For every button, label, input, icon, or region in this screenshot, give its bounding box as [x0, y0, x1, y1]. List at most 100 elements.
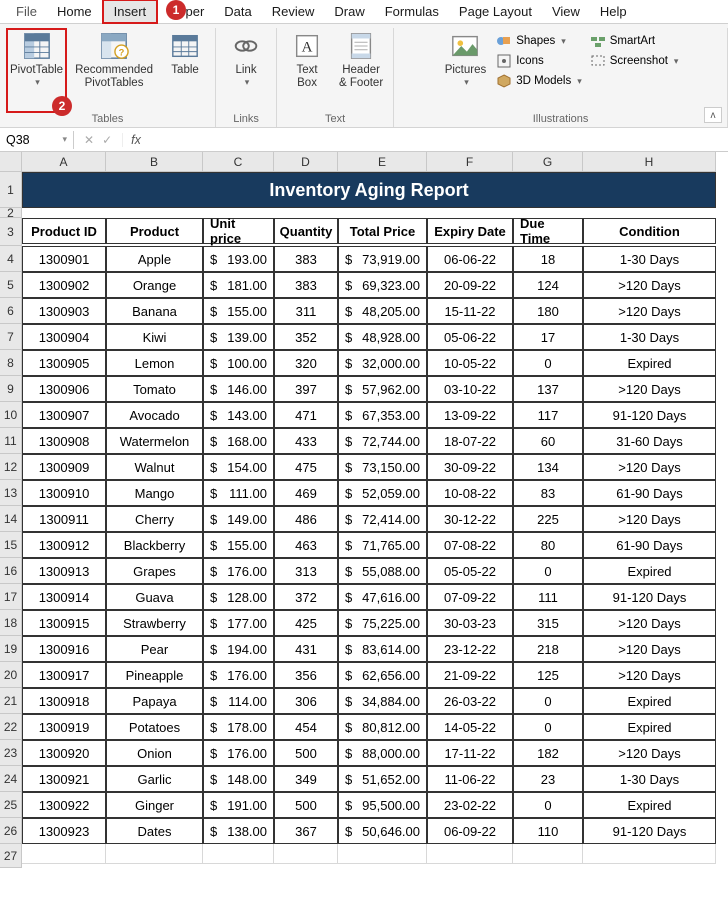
column-header-A[interactable]: A — [22, 152, 106, 172]
cell-total-price[interactable]: $50,646.00 — [338, 818, 427, 844]
cell-total-price[interactable]: $73,150.00 — [338, 454, 427, 480]
cell-total-price[interactable]: $69,323.00 — [338, 272, 427, 298]
menu-draw[interactable]: Draw — [324, 1, 374, 22]
row-header-1[interactable]: 1 — [0, 172, 22, 208]
cell-unit-price[interactable]: $176.00 — [203, 662, 274, 688]
column-header-E[interactable]: E — [338, 152, 427, 172]
cell-product-id[interactable]: 1300908 — [22, 428, 106, 454]
cell-expiry[interactable]: 23-02-22 — [427, 792, 513, 818]
link-button[interactable]: Link ▾ — [222, 28, 270, 113]
cell-unit-price[interactable]: $114.00 — [203, 688, 274, 714]
cell-condition[interactable]: >120 Days — [583, 740, 716, 766]
cell-total-price[interactable]: $34,884.00 — [338, 688, 427, 714]
cell-expiry[interactable]: 13-09-22 — [427, 402, 513, 428]
cell-product-id[interactable]: 1300912 — [22, 532, 106, 558]
cell-total-price[interactable]: $57,962.00 — [338, 376, 427, 402]
cell-quantity[interactable]: 486 — [274, 506, 338, 532]
cell-quantity[interactable]: 500 — [274, 740, 338, 766]
row-header-2[interactable]: 2 — [0, 208, 22, 218]
cell-product[interactable]: Orange — [106, 272, 203, 298]
cell-expiry[interactable]: 23-12-22 — [427, 636, 513, 662]
cell-product-id[interactable]: 1300903 — [22, 298, 106, 324]
cell-expiry[interactable]: 07-08-22 — [427, 532, 513, 558]
row-header-18[interactable]: 18 — [0, 610, 22, 636]
cell-quantity[interactable]: 431 — [274, 636, 338, 662]
cell-quantity[interactable]: 463 — [274, 532, 338, 558]
cell-due[interactable]: 182 — [513, 740, 583, 766]
cell-unit-price[interactable]: $146.00 — [203, 376, 274, 402]
row-header-25[interactable]: 25 — [0, 792, 22, 818]
cell-expiry[interactable]: 05-05-22 — [427, 558, 513, 584]
table-button[interactable]: Table — [161, 28, 209, 113]
cell-expiry[interactable]: 03-10-22 — [427, 376, 513, 402]
empty-cell[interactable] — [203, 844, 274, 864]
cell-product-id[interactable]: 1300901 — [22, 246, 106, 272]
cell-product[interactable]: Strawberry — [106, 610, 203, 636]
cell-due[interactable]: 83 — [513, 480, 583, 506]
cell-product[interactable]: Ginger — [106, 792, 203, 818]
cell-condition[interactable]: Expired — [583, 350, 716, 376]
cell-due[interactable]: 0 — [513, 714, 583, 740]
cell-due[interactable]: 218 — [513, 636, 583, 662]
cell-unit-price[interactable]: $100.00 — [203, 350, 274, 376]
menu-help[interactable]: Help — [590, 1, 637, 22]
menu-view[interactable]: View — [542, 1, 590, 22]
column-header-D[interactable]: D — [274, 152, 338, 172]
cell-expiry[interactable]: 26-03-22 — [427, 688, 513, 714]
row-header-5[interactable]: 5 — [0, 272, 22, 298]
cell-product-id[interactable]: 1300920 — [22, 740, 106, 766]
cell-due[interactable]: 117 — [513, 402, 583, 428]
header-footer-button[interactable]: Header & Footer — [335, 28, 387, 113]
cell-condition[interactable]: >120 Days — [583, 506, 716, 532]
cell-condition[interactable]: 1-30 Days — [583, 246, 716, 272]
cell-product[interactable]: Guava — [106, 584, 203, 610]
menu-home[interactable]: Home — [47, 1, 102, 22]
cell-product-id[interactable]: 1300923 — [22, 818, 106, 844]
row-header-9[interactable]: 9 — [0, 376, 22, 402]
row-header-8[interactable]: 8 — [0, 350, 22, 376]
cell-due[interactable]: 23 — [513, 766, 583, 792]
cell-quantity[interactable]: 469 — [274, 480, 338, 506]
cell-product-id[interactable]: 1300904 — [22, 324, 106, 350]
cell-condition[interactable]: 91-120 Days — [583, 584, 716, 610]
cell-due[interactable]: 0 — [513, 688, 583, 714]
cell-product[interactable]: Cherry — [106, 506, 203, 532]
cell-product[interactable]: Banana — [106, 298, 203, 324]
cell-quantity[interactable]: 454 — [274, 714, 338, 740]
cell-due[interactable]: 134 — [513, 454, 583, 480]
cell-total-price[interactable]: $32,000.00 — [338, 350, 427, 376]
row-header-14[interactable]: 14 — [0, 506, 22, 532]
cell-product[interactable]: Blackberry — [106, 532, 203, 558]
textbox-button[interactable]: A Text Box — [283, 28, 331, 113]
cell-unit-price[interactable]: $194.00 — [203, 636, 274, 662]
cell-product[interactable]: Pear — [106, 636, 203, 662]
menu-formulas[interactable]: Formulas — [375, 1, 449, 22]
cell-product-id[interactable]: 1300907 — [22, 402, 106, 428]
cell-due[interactable]: 180 — [513, 298, 583, 324]
cell-expiry[interactable]: 07-09-22 — [427, 584, 513, 610]
cell-expiry[interactable]: 14-05-22 — [427, 714, 513, 740]
cell-quantity[interactable]: 367 — [274, 818, 338, 844]
cell-total-price[interactable]: $67,353.00 — [338, 402, 427, 428]
cell-total-price[interactable]: $73,919.00 — [338, 246, 427, 272]
cell-quantity[interactable]: 383 — [274, 272, 338, 298]
cell-unit-price[interactable]: $178.00 — [203, 714, 274, 740]
cell-condition[interactable]: >120 Days — [583, 636, 716, 662]
cell-product[interactable]: Pineapple — [106, 662, 203, 688]
cell-due[interactable]: 315 — [513, 610, 583, 636]
cell-product-id[interactable]: 1300913 — [22, 558, 106, 584]
cell-due[interactable]: 110 — [513, 818, 583, 844]
cell-unit-price[interactable]: $176.00 — [203, 740, 274, 766]
cell-condition[interactable]: Expired — [583, 714, 716, 740]
cell-due[interactable]: 137 — [513, 376, 583, 402]
smartart-button[interactable]: SmartArt — [588, 32, 681, 50]
row-header-10[interactable]: 10 — [0, 402, 22, 428]
row-header-7[interactable]: 7 — [0, 324, 22, 350]
name-box[interactable]: Q38 ▾ — [0, 131, 74, 149]
cell-condition[interactable]: Expired — [583, 558, 716, 584]
cell-product[interactable]: Walnut — [106, 454, 203, 480]
row-header-12[interactable]: 12 — [0, 454, 22, 480]
row-header-17[interactable]: 17 — [0, 584, 22, 610]
cell-quantity[interactable]: 425 — [274, 610, 338, 636]
cell-condition[interactable]: Expired — [583, 792, 716, 818]
